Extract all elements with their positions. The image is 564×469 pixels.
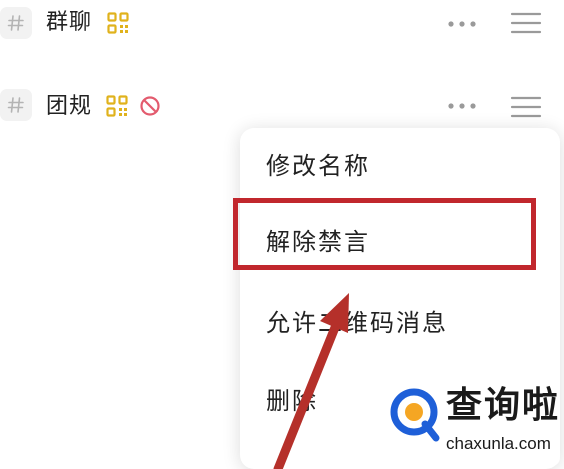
menu-item-rename[interactable]: 修改名称	[266, 146, 370, 186]
watermark: 查询啦 chaxunla.com	[384, 376, 560, 466]
more-icon[interactable]	[446, 18, 478, 30]
watermark-logo-icon	[390, 388, 440, 442]
channel-name: 团规	[46, 94, 93, 119]
highlight-box	[233, 198, 536, 270]
drag-handle-icon[interactable]	[510, 11, 542, 35]
channel-row[interactable]: 团规	[0, 82, 564, 132]
ban-icon	[140, 96, 160, 116]
more-icon[interactable]	[446, 100, 478, 112]
channel-row[interactable]: 群聊	[0, 0, 564, 50]
drag-handle-icon[interactable]	[510, 95, 542, 119]
qr-code-icon[interactable]	[107, 12, 129, 34]
menu-item-allow-qr-messages[interactable]: 允许二维码消息	[266, 303, 448, 343]
menu-item-delete[interactable]: 删除	[266, 381, 318, 421]
hash-icon	[0, 7, 32, 39]
channel-name: 群聊	[46, 10, 93, 35]
hash-icon	[0, 89, 32, 121]
watermark-name: 查询啦	[446, 385, 561, 426]
qr-code-icon[interactable]	[106, 95, 128, 117]
watermark-url: chaxunla.com	[446, 434, 551, 453]
